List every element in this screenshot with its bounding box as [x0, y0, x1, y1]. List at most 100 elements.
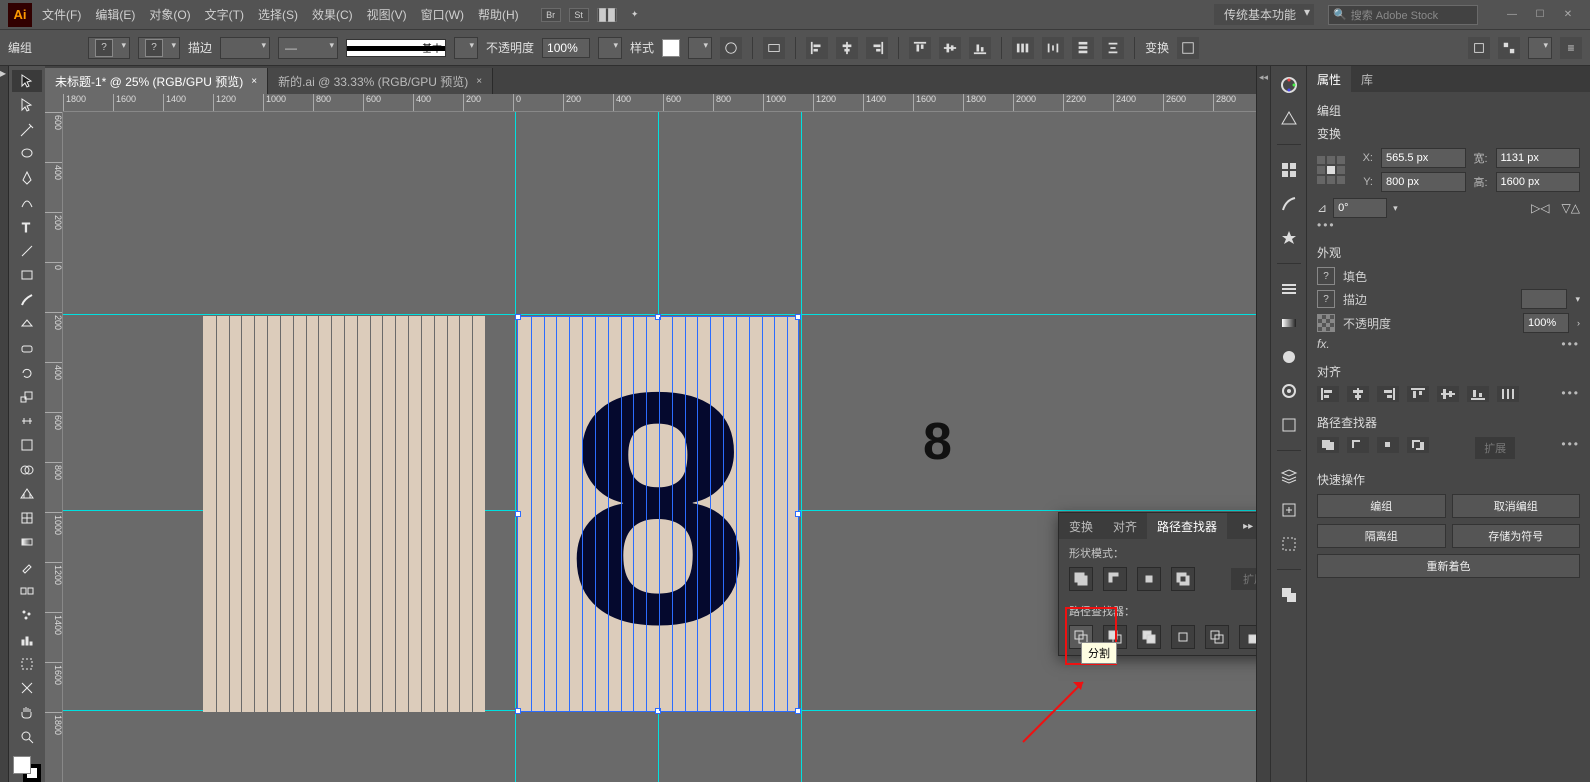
flip-h-icon[interactable]: ▷◁	[1531, 201, 1549, 215]
p-pf-expand[interactable]: 扩展	[1475, 437, 1515, 459]
stroke-weight-prop[interactable]	[1521, 289, 1567, 309]
paintbrush-tool[interactable]	[12, 289, 42, 311]
horizontal-ruler[interactable]: 1800160014001200100080060040020002004006…	[63, 94, 1256, 112]
align-right-icon[interactable]	[866, 37, 888, 59]
perspective-grid-tool[interactable]	[12, 483, 42, 505]
p-pf-exclude[interactable]	[1407, 437, 1429, 453]
p-align-right[interactable]	[1377, 386, 1399, 402]
line-tool[interactable]	[12, 240, 42, 262]
graphic-styles-panel-icon[interactable]	[1278, 414, 1300, 436]
fill-stroke-swatch[interactable]	[13, 756, 41, 782]
brushes-panel-icon[interactable]	[1278, 193, 1300, 215]
menu-effect[interactable]: 效果(C)	[312, 6, 353, 23]
stroke-panel-icon[interactable]	[1278, 278, 1300, 300]
eraser-tool[interactable]	[12, 337, 42, 359]
search-stock-input[interactable]: 🔍搜索 Adobe Stock	[1328, 5, 1478, 25]
menu-edit[interactable]: 编辑(E)	[95, 6, 135, 23]
qa-ungroup[interactable]: 取消编组	[1452, 494, 1581, 518]
brush-dd-toggle[interactable]	[454, 37, 478, 59]
menu-help[interactable]: 帮助(H)	[478, 6, 519, 23]
props-tab-properties[interactable]: 属性	[1307, 66, 1351, 92]
rocket-icon[interactable]: ✦	[625, 8, 645, 22]
rectangle-tool[interactable]	[12, 264, 42, 286]
pen-tool[interactable]	[12, 167, 42, 189]
distribute-vspacing-icon[interactable]	[1102, 37, 1124, 59]
stripe-block-center-selected[interactable]: 8	[517, 316, 799, 712]
p-pf-intersect[interactable]	[1377, 437, 1399, 453]
blend-tool[interactable]	[12, 580, 42, 602]
qa-recolor[interactable]: 重新着色	[1317, 554, 1580, 578]
artboards-panel-icon[interactable]	[1278, 533, 1300, 555]
edit-contents-icon[interactable]	[1498, 37, 1520, 59]
shape-exclude[interactable]	[1171, 567, 1195, 591]
align-vcenter-icon[interactable]	[939, 37, 961, 59]
right-dock-collapse[interactable]: ◂◂	[1256, 66, 1270, 782]
p-align-left[interactable]	[1317, 386, 1339, 402]
transform-x[interactable]: 565.5 px	[1381, 148, 1466, 168]
p-align-hcenter[interactable]	[1347, 386, 1369, 402]
asset-export-panel-icon[interactable]	[1278, 499, 1300, 521]
slice-tool[interactable]	[12, 677, 42, 699]
stock-icon[interactable]: St	[569, 8, 589, 22]
var-width-dropdown[interactable]: —	[278, 37, 338, 59]
align-top-icon[interactable]	[909, 37, 931, 59]
rotate-tool[interactable]	[12, 361, 42, 383]
menu-object[interactable]: 对象(O)	[149, 6, 190, 23]
gradient-tool[interactable]	[12, 531, 42, 553]
pf-tab-pathfinder[interactable]: 路径查找器	[1147, 513, 1227, 539]
transform-angle[interactable]: 0°	[1333, 198, 1387, 218]
tab-1-close[interactable]: ×	[251, 76, 257, 87]
optbar-more[interactable]	[1528, 37, 1552, 59]
p-align-vcenter[interactable]	[1437, 386, 1459, 402]
swatches-panel-icon[interactable]	[1278, 159, 1300, 181]
window-minimize[interactable]: —	[1498, 7, 1526, 23]
reference-point-widget[interactable]	[1317, 156, 1345, 184]
menu-file[interactable]: 文件(F)	[42, 6, 81, 23]
pf-minus-back[interactable]	[1239, 625, 1256, 649]
optbar-menu-icon[interactable]: ≡	[1560, 37, 1582, 59]
align-left-icon[interactable]	[806, 37, 828, 59]
distribute-h-icon[interactable]	[1012, 37, 1034, 59]
shape-builder-tool[interactable]	[12, 459, 42, 481]
distribute-hspacing-icon[interactable]	[1042, 37, 1064, 59]
props-tab-libraries[interactable]: 库	[1351, 66, 1383, 92]
graphic-style-swatch[interactable]	[662, 39, 680, 57]
recolor-artwork-icon[interactable]	[720, 37, 742, 59]
symbols-panel-icon[interactable]	[1278, 227, 1300, 249]
pathfinder-panel-icon[interactable]	[1278, 584, 1300, 606]
direct-selection-tool[interactable]	[12, 94, 42, 116]
p-align-top[interactable]	[1407, 386, 1429, 402]
document-tab-1[interactable]: 未标题-1* @ 25% (RGB/GPU 预览)×	[45, 68, 268, 94]
workspace-switcher[interactable]: 传统基本功能	[1214, 4, 1314, 25]
magic-wand-tool[interactable]	[12, 119, 42, 141]
left-dock-expand[interactable]: ▸	[0, 66, 9, 782]
fill-swatch-prop[interactable]: ?	[1317, 267, 1335, 285]
scale-tool[interactable]	[12, 386, 42, 408]
stroke-dropdown[interactable]: ?	[138, 37, 180, 59]
fx-button[interactable]: fx.	[1317, 337, 1330, 351]
menu-view[interactable]: 视图(V)	[367, 6, 407, 23]
qa-group[interactable]: 编组	[1317, 494, 1446, 518]
transform-y[interactable]: 800 px	[1381, 172, 1466, 192]
qa-isolate[interactable]: 隔离组	[1317, 524, 1446, 548]
selection-tool[interactable]	[12, 70, 42, 92]
align-hcenter-icon[interactable]	[836, 37, 858, 59]
pf-more[interactable]: •••	[1561, 437, 1580, 459]
menu-select[interactable]: 选择(S)	[258, 6, 298, 23]
mesh-tool[interactable]	[12, 507, 42, 529]
opacity-swatch[interactable]	[1317, 314, 1335, 332]
shaper-tool[interactable]	[12, 313, 42, 335]
pf-merge[interactable]	[1137, 625, 1161, 649]
document-tab-2[interactable]: 新的.ai @ 33.33% (RGB/GPU 预览)×	[268, 68, 493, 94]
pf-crop[interactable]	[1171, 625, 1195, 649]
align-to-selection-icon[interactable]	[763, 37, 785, 59]
shape-expand-button[interactable]: 扩展	[1231, 568, 1256, 590]
artboard-tool[interactable]	[12, 653, 42, 675]
shape-intersect[interactable]	[1137, 567, 1161, 591]
transparency-panel-icon[interactable]	[1278, 346, 1300, 368]
stripe-block-left[interactable]	[203, 316, 485, 712]
window-close[interactable]: ✕	[1554, 7, 1582, 23]
arrange-icon[interactable]	[597, 8, 617, 22]
isolate-icon[interactable]	[1468, 37, 1490, 59]
pf-outline[interactable]	[1205, 625, 1229, 649]
